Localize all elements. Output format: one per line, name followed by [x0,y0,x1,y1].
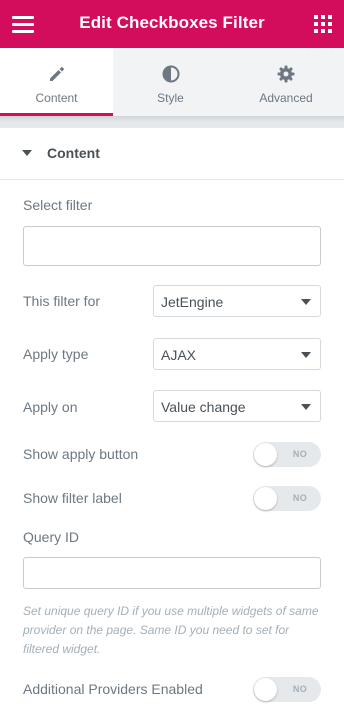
chevron-down-icon [301,299,311,305]
grid-apps-icon[interactable] [314,15,332,33]
query-id-description: Set unique query ID if you use multiple … [23,604,319,656]
apply-type-label: Apply type [23,346,89,362]
query-id-input[interactable] [23,557,321,589]
tab-style-label: Style [157,91,184,105]
show-filter-label-label: Show filter label [23,490,122,506]
toggle-state: NO [292,684,307,694]
tab-content-label: Content [35,91,78,105]
show-apply-button-label: Show apply button [23,446,139,462]
filter-for-select[interactable]: JetEngine [153,285,321,317]
apply-type-value: AJAX [161,347,197,363]
tab-content[interactable]: Content [0,48,113,116]
tab-style[interactable]: Style [113,48,228,116]
panel-tabs: Content Style Advanced [0,48,344,116]
tab-advanced[interactable]: Advanced [228,48,344,116]
apply-type-select[interactable]: AJAX [153,338,321,370]
apply-on-select[interactable]: Value change [153,390,321,422]
section-spacer [0,116,344,128]
gear-icon [277,65,295,83]
panel-header: Edit Checkboxes Filter [0,0,344,48]
chevron-down-icon [301,404,311,410]
chevron-down-icon [301,352,311,358]
section-toggle-content[interactable]: Content [0,128,344,180]
additional-providers-toggle[interactable]: NO [253,677,321,702]
filter-for-value: JetEngine [161,294,224,310]
section-title: Content [47,145,100,161]
show-apply-button-toggle[interactable]: NO [253,442,321,467]
panel-title: Edit Checkboxes Filter [79,13,265,32]
additional-providers-label: Additional Providers Enabled [23,681,203,697]
tab-advanced-label: Advanced [259,91,313,105]
toggle-knob [254,678,277,701]
show-filter-label-toggle[interactable]: NO [253,486,321,511]
filter-for-label: This filter for [23,293,101,309]
toggle-state: NO [292,493,307,503]
toggle-knob [254,487,277,510]
query-id-label: Query ID [23,529,80,545]
toggle-state: NO [292,449,307,459]
pencil-icon [49,67,64,81]
apply-on-value: Value change [161,399,246,415]
half-circle-icon [162,65,179,83]
toggle-knob [254,443,277,466]
apply-on-label: Apply on [23,399,78,415]
caret-down-icon [22,150,32,156]
select-filter-input[interactable] [23,226,321,266]
select-filter-label: Select filter [23,197,93,213]
